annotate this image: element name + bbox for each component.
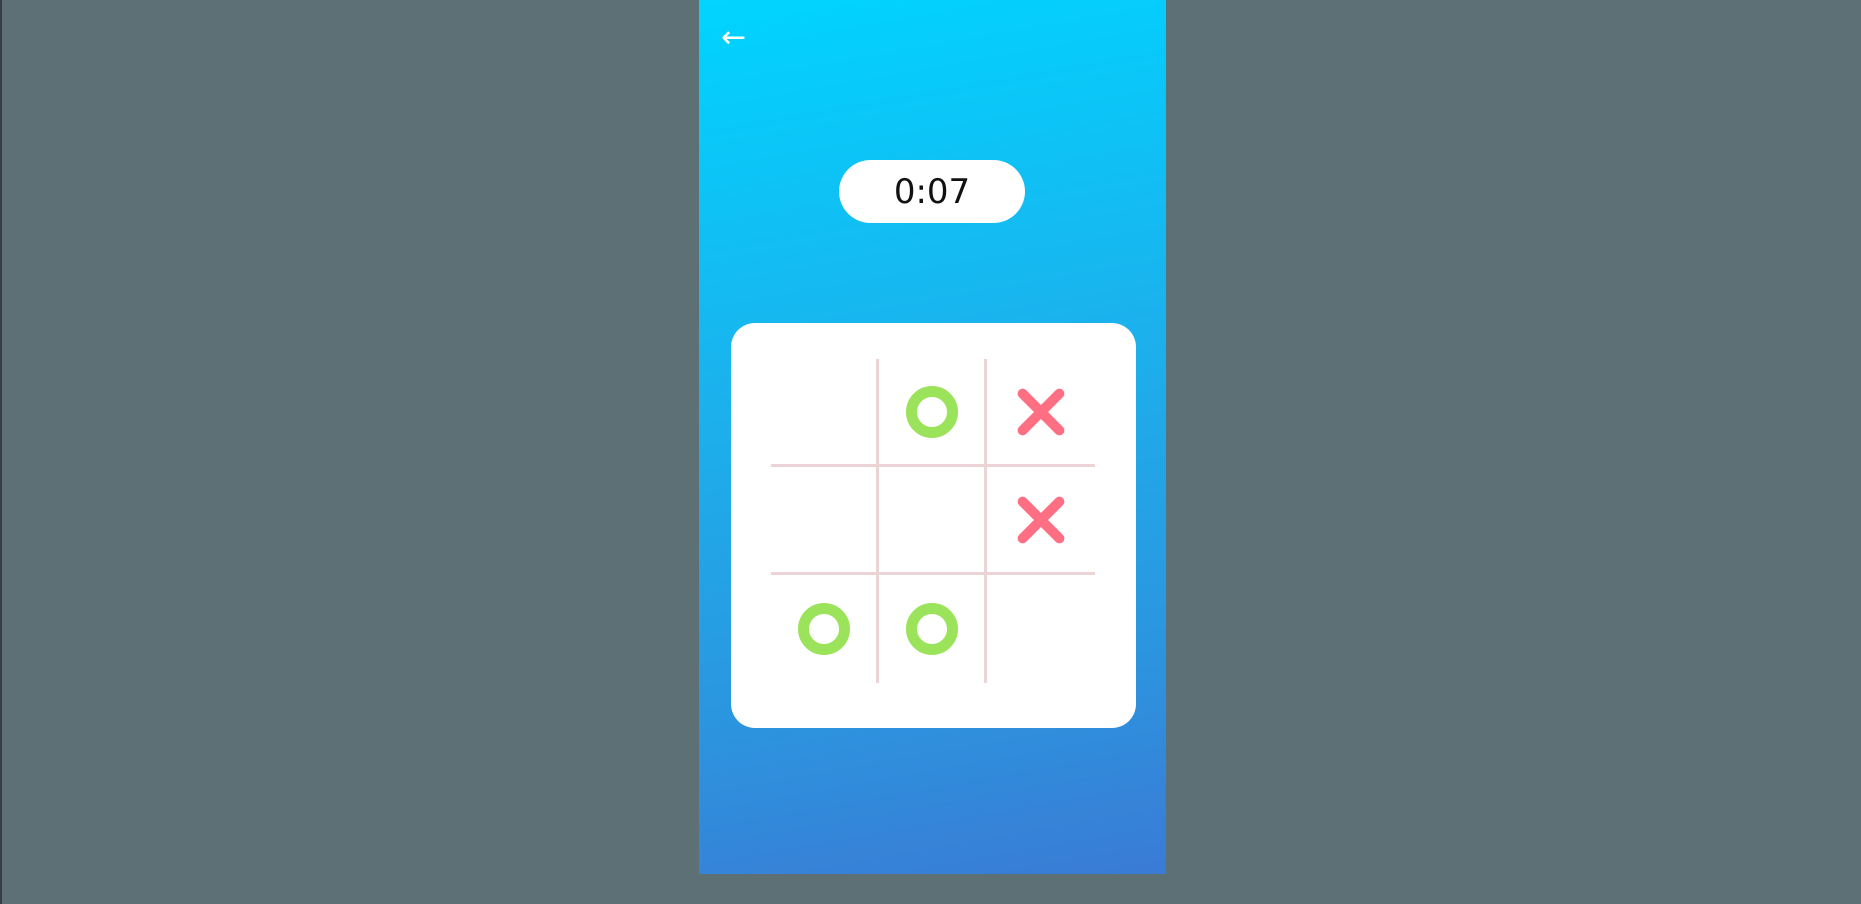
board-cell-5[interactable] [879, 467, 987, 575]
board-cell-1[interactable] [771, 359, 879, 467]
board-cell-2[interactable] [879, 359, 987, 467]
o-mark-icon [797, 603, 850, 655]
board-cell-3[interactable] [987, 359, 1095, 467]
game-screen: ← 0:07 [699, 0, 1166, 874]
x-mark-icon [1013, 492, 1069, 548]
board-cell-4[interactable] [771, 467, 879, 575]
back-arrow-icon[interactable]: ← [721, 18, 761, 58]
tic-tac-toe-grid [771, 359, 1095, 683]
timer-value: 0:07 [893, 171, 971, 212]
board-cell-6[interactable] [987, 467, 1095, 575]
o-mark-icon [905, 385, 958, 438]
window-edge [0, 0, 2, 904]
board-cell-8[interactable] [879, 575, 987, 683]
timer-badge: 0:07 [839, 160, 1025, 223]
x-mark-icon [1013, 384, 1069, 440]
board-cell-7[interactable] [771, 575, 879, 683]
board-cell-9[interactable] [987, 575, 1095, 683]
o-mark-icon [905, 603, 958, 655]
game-board-card [731, 323, 1136, 728]
